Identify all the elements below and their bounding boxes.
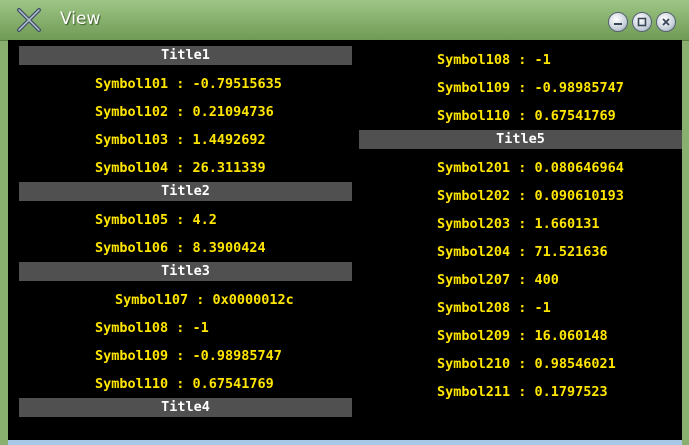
symbol-row: Symbol106 : 8.3900424 (95, 240, 266, 256)
section-header: Title2 (19, 182, 352, 201)
right-column: Symbol108 : -1 Symbol109 : -0.98985747 Sym… (359, 46, 682, 406)
symbol-row: Symbol110 : 0.67541769 (95, 376, 274, 392)
symbol-row: Symbol110 : 0.67541769 (437, 108, 616, 124)
symbol-row: Symbol109 : -0.98985747 (95, 348, 282, 364)
maximize-button[interactable] (632, 12, 652, 32)
symbol-row: Symbol203 : 1.660131 (437, 216, 600, 232)
close-icon (662, 18, 670, 26)
section-header: Title3 (19, 262, 352, 281)
symbol-row: Symbol101 : -0.79515635 (95, 76, 282, 92)
symbol-row: Symbol204 : 71.521636 (437, 244, 608, 260)
symbol-row: Symbol105 : 4.2 (95, 212, 217, 228)
minimize-button[interactable] (608, 12, 628, 32)
title-bar[interactable]: View (0, 0, 689, 41)
app-x-icon (17, 8, 41, 32)
close-button[interactable] (656, 12, 676, 32)
symbol-row: Symbol209 : 16.060148 (437, 328, 608, 344)
symbol-row: Symbol102 : 0.21094736 (95, 104, 274, 120)
symbol-row: Symbol210 : 0.98546021 (437, 356, 616, 372)
section-header: Title5 (359, 130, 682, 149)
symbol-row: Symbol108 : -1 (437, 52, 551, 68)
window-title: View (60, 9, 101, 29)
section-header: Title1 (19, 46, 352, 65)
bottom-edge (8, 440, 682, 445)
symbol-row: Symbol208 : -1 (437, 300, 551, 316)
symbol-row: Symbol207 : 400 (437, 272, 559, 288)
symbol-row: Symbol103 : 1.4492692 (95, 132, 266, 148)
symbol-row: Symbol202 : 0.090610193 (437, 188, 624, 204)
symbol-row: Symbol104 : 26.311339 (95, 160, 266, 176)
left-column: Title1 Symbol101 : -0.79515635 Symbol102 :… (19, 46, 352, 422)
maximize-icon (637, 17, 647, 27)
symbol-row: Symbol211 : 0.1797523 (437, 384, 608, 400)
view-window: View Title1 Symbol101 : -0.79515635 Symbol… (0, 0, 689, 445)
symbol-row: Symbol201 : 0.080646964 (437, 160, 624, 176)
symbol-view-panel: Title1 Symbol101 : -0.79515635 Symbol102 :… (8, 40, 682, 440)
section-header: Title4 (19, 398, 352, 417)
symbol-row: Symbol107 : 0x0000012c (115, 292, 294, 308)
minimize-icon (614, 23, 622, 25)
symbol-row: Symbol108 : -1 (95, 320, 209, 336)
symbol-row: Symbol109 : -0.98985747 (437, 80, 624, 96)
